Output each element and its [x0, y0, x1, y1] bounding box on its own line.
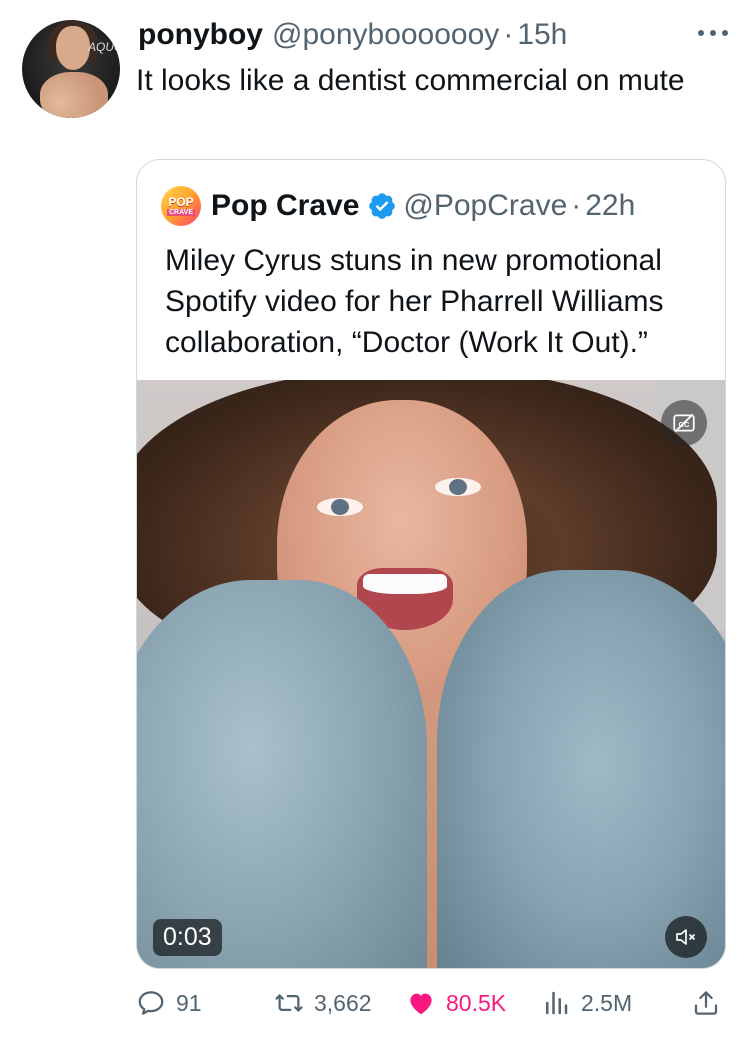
retweet-button[interactable]: 3,662: [274, 983, 372, 1023]
quoted-author-avatar[interactable]: POP CRAVE: [161, 186, 201, 226]
avatar-face: [56, 26, 90, 70]
pop-crave-logo-bottom: CRAVE: [167, 209, 195, 216]
avatar-body: [40, 72, 108, 118]
captions-off-glyph: CC: [673, 413, 695, 433]
more-dot: [698, 30, 704, 36]
avatar[interactable]: AQUO: [22, 20, 120, 118]
more-horizontal-icon[interactable]: [698, 28, 728, 38]
video-player[interactable]: CC 0:03: [137, 380, 725, 968]
author-handle[interactable]: @ponybooooooy: [272, 18, 499, 52]
verified-badge-icon: [369, 193, 396, 219]
video-eye-left: [317, 498, 363, 516]
video-timestamp: 0:03: [153, 919, 222, 956]
volume-muted-glyph: [676, 929, 696, 945]
quoted-tweet-header: POP CRAVE Pop Crave @PopCrave · 22h: [161, 186, 635, 226]
quoted-tweet-time[interactable]: 22h: [585, 189, 635, 223]
separator-dot: ·: [503, 18, 514, 51]
quoted-tweet-text: Miley Cyrus stuns in new promotional Spo…: [165, 244, 664, 359]
views-count: 2.5M: [581, 989, 633, 1016]
volume-muted-icon[interactable]: [665, 916, 707, 958]
share-button[interactable]: [691, 983, 721, 1023]
views-button[interactable]: 2.5M: [541, 983, 632, 1023]
tweet-header: ponyboy @ponybooooooy · 15h: [138, 18, 567, 52]
views-icon: [546, 991, 568, 1015]
quoted-author-name[interactable]: Pop Crave: [211, 189, 359, 223]
quoted-tweet[interactable]: POP CRAVE Pop Crave @PopCrave · 22h Mile…: [136, 159, 726, 969]
captions-off-icon[interactable]: CC: [661, 400, 707, 446]
reply-button[interactable]: 91: [136, 983, 202, 1023]
video-fur-right: [437, 570, 725, 968]
separator-dot: ·: [571, 189, 582, 222]
tweet-text: It looks like a dentist commercial on mu…: [136, 64, 685, 97]
retweet-count: 3,662: [314, 989, 372, 1016]
author-name[interactable]: ponyboy: [138, 18, 263, 52]
heart-icon: [410, 993, 432, 1015]
reply-icon: [138, 991, 164, 1015]
like-button[interactable]: 80.5K: [406, 983, 506, 1023]
more-dot: [722, 30, 728, 36]
video-eye-right: [435, 478, 481, 496]
retweet-icon: [275, 994, 303, 1012]
video-fur-left: [137, 580, 427, 968]
avatar-logo-text: AQUO: [88, 40, 120, 54]
quoted-author-handle[interactable]: @PopCrave: [403, 189, 567, 223]
share-icon: [694, 991, 718, 1015]
pop-crave-logo-top: POP: [168, 195, 194, 209]
action-bar: 91 3,662 80.5K 2.5M: [136, 983, 726, 1023]
like-count: 80.5K: [446, 989, 507, 1016]
tweet-time[interactable]: 15h: [517, 18, 567, 52]
more-dot: [710, 30, 716, 36]
reply-count: 91: [176, 989, 202, 1016]
